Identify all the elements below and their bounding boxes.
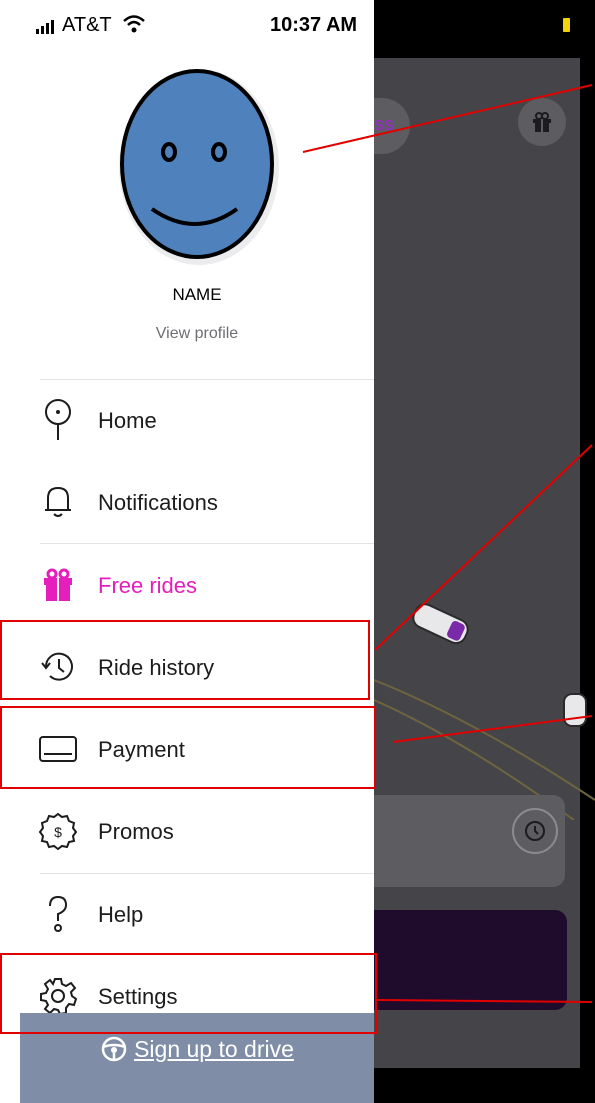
- annotation-lines: [302, 84, 593, 1003]
